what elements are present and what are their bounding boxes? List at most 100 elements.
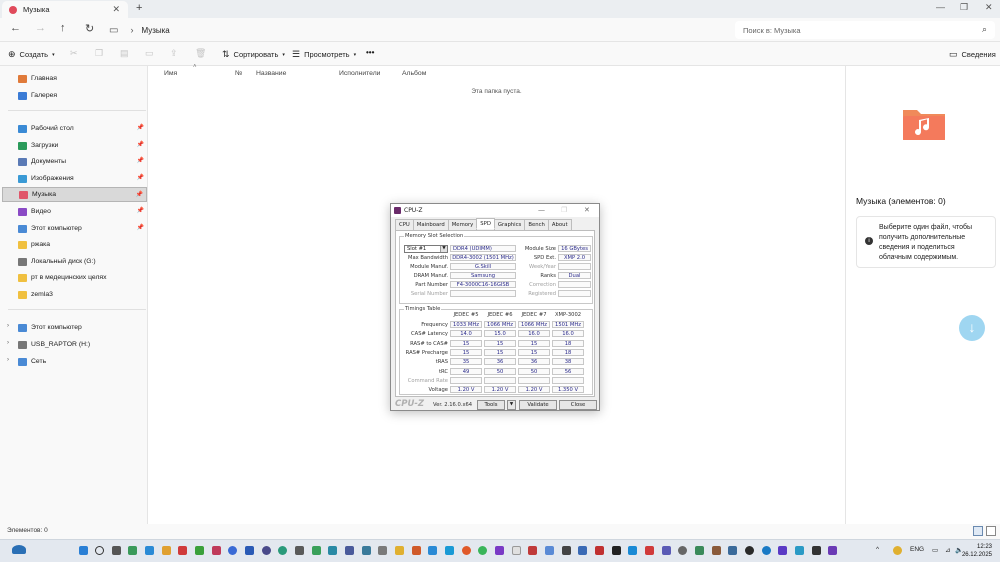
chevron-down-icon[interactable]: ▼ bbox=[440, 246, 447, 252]
app-icon[interactable] bbox=[745, 546, 754, 555]
file-explorer-icon[interactable] bbox=[395, 546, 404, 555]
sidebar-item-documents[interactable]: Документы 📌 bbox=[2, 154, 147, 169]
close-tab-icon[interactable]: ✕ bbox=[112, 4, 120, 15]
app-icon[interactable] bbox=[562, 546, 571, 555]
search-input[interactable]: Поиск в: Музыка ⌕ bbox=[735, 21, 995, 39]
maximize-button[interactable]: ❐ bbox=[960, 2, 968, 13]
chevron-right-icon[interactable]: › bbox=[7, 340, 9, 346]
pin-icon[interactable]: 📌 bbox=[137, 174, 144, 181]
column-artists[interactable]: Исполнители bbox=[339, 70, 380, 77]
pin-icon[interactable]: 📌 bbox=[137, 157, 144, 164]
app-icon[interactable] bbox=[445, 546, 454, 555]
app-icon[interactable] bbox=[328, 546, 337, 555]
column-title[interactable]: Название bbox=[256, 70, 286, 77]
app-icon[interactable] bbox=[428, 546, 437, 555]
app-icon[interactable] bbox=[412, 546, 421, 555]
download-arrow-icon[interactable]: ↓ bbox=[959, 315, 985, 341]
sidebar-item-this-pc[interactable]: Этот компьютер 📌 bbox=[2, 221, 147, 236]
column-name[interactable]: Имя bbox=[164, 70, 177, 77]
tab-cpu[interactable]: CPU bbox=[395, 219, 414, 230]
copy-icon[interactable]: ❐ bbox=[95, 48, 103, 59]
language-indicator[interactable]: ENG bbox=[910, 546, 924, 553]
app-icon[interactable] bbox=[345, 546, 354, 555]
app-icon[interactable] bbox=[145, 546, 154, 555]
minimize-button[interactable]: — bbox=[538, 206, 545, 214]
forward-arrow-icon[interactable]: → bbox=[35, 22, 46, 34]
clock[interactable]: 12:23 26.12.2025 bbox=[962, 543, 992, 559]
app-icon[interactable] bbox=[612, 546, 621, 555]
app-icon[interactable] bbox=[128, 546, 137, 555]
new-tab-button[interactable]: + bbox=[136, 2, 142, 14]
back-arrow-icon[interactable]: ← bbox=[10, 22, 21, 34]
tools-dropdown-icon[interactable]: ▼ bbox=[507, 400, 516, 410]
app-icon[interactable] bbox=[728, 546, 737, 555]
settings-icon[interactable] bbox=[678, 546, 687, 555]
create-button[interactable]: ⊕ Создать ▾ bbox=[8, 49, 55, 60]
sidebar-item-music[interactable]: Музыка 📌 bbox=[2, 187, 147, 202]
slot-select[interactable]: Slot #1 ▼ bbox=[404, 245, 448, 253]
sidebar-item-drive-g[interactable]: Локальный диск (G:) bbox=[2, 254, 147, 269]
app-icon[interactable] bbox=[545, 546, 554, 555]
app-icon[interactable] bbox=[362, 546, 371, 555]
app-icon[interactable] bbox=[812, 546, 821, 555]
close-window-button[interactable]: ✕ bbox=[985, 2, 993, 13]
minimize-button[interactable]: — bbox=[936, 2, 945, 12]
maximize-button[interactable]: ❐ bbox=[561, 206, 567, 214]
sidebar-item-downloads[interactable]: Загрузки 📌 bbox=[2, 138, 147, 153]
tab-bench[interactable]: Bench bbox=[524, 219, 549, 230]
close-window-button[interactable]: ✕ bbox=[584, 206, 590, 214]
app-icon[interactable] bbox=[212, 546, 221, 555]
app-icon[interactable] bbox=[162, 546, 171, 555]
breadcrumb-music[interactable]: Музыка bbox=[141, 26, 169, 35]
delete-icon[interactable]: 🗑 bbox=[195, 48, 206, 59]
tray-app-icon[interactable] bbox=[893, 546, 902, 555]
tab-about[interactable]: About bbox=[547, 219, 572, 230]
validate-button[interactable]: Validate bbox=[519, 400, 557, 410]
sidebar-item-pictures[interactable]: Изображения 📌 bbox=[2, 171, 147, 186]
breadcrumb[interactable]: ▭ › Музыка bbox=[105, 21, 733, 39]
app-icon[interactable] bbox=[228, 546, 237, 555]
start-icon[interactable] bbox=[79, 546, 88, 555]
sort-button[interactable]: ⇅ Сортировать ▾ bbox=[222, 49, 285, 60]
tray-overflow-icon[interactable]: ^ bbox=[876, 546, 879, 553]
app-icon[interactable] bbox=[512, 546, 521, 555]
sidebar-item-gallery[interactable]: Галерея bbox=[2, 88, 147, 103]
pin-icon[interactable]: 📌 bbox=[137, 124, 144, 131]
paste-icon[interactable]: ▤ bbox=[120, 48, 129, 59]
tiles-view-icon[interactable] bbox=[986, 526, 996, 536]
app-icon[interactable] bbox=[578, 546, 587, 555]
sidebar-item-videos[interactable]: Видео 📌 bbox=[2, 204, 147, 219]
app-icon[interactable] bbox=[312, 546, 321, 555]
app-icon[interactable] bbox=[378, 546, 387, 555]
app-icon[interactable] bbox=[662, 546, 671, 555]
task-view-icon[interactable] bbox=[112, 546, 121, 555]
app-icon[interactable] bbox=[828, 546, 837, 555]
app-icon[interactable] bbox=[595, 546, 604, 555]
pin-icon[interactable]: 📌 bbox=[137, 141, 144, 148]
app-icon[interactable] bbox=[278, 546, 287, 555]
app-icon[interactable] bbox=[262, 546, 271, 555]
app-icon[interactable] bbox=[695, 546, 704, 555]
sidebar-item-folder[interactable]: zemla3 bbox=[2, 287, 147, 302]
tab-music[interactable]: Музыка ✕ bbox=[2, 1, 128, 18]
app-icon[interactable] bbox=[195, 546, 204, 555]
app-icon[interactable] bbox=[178, 546, 187, 555]
chevron-right-icon[interactable]: › bbox=[7, 357, 9, 363]
column-album[interactable]: Альбом bbox=[402, 70, 426, 77]
details-button[interactable]: ▭ Сведения bbox=[949, 49, 996, 60]
details-view-icon[interactable] bbox=[973, 526, 983, 536]
app-icon[interactable] bbox=[762, 546, 771, 555]
close-button[interactable]: Close bbox=[559, 400, 597, 410]
tools-button[interactable]: Tools bbox=[477, 400, 505, 410]
pin-icon[interactable]: 📌 bbox=[137, 224, 144, 231]
chevron-right-icon[interactable]: › bbox=[7, 323, 9, 329]
search-icon[interactable] bbox=[95, 546, 104, 555]
app-icon[interactable] bbox=[295, 546, 304, 555]
app-icon[interactable] bbox=[462, 546, 471, 555]
app-icon[interactable] bbox=[778, 546, 787, 555]
app-icon[interactable] bbox=[528, 546, 537, 555]
tab-spd[interactable]: SPD bbox=[476, 218, 495, 229]
tab-graphics[interactable]: Graphics bbox=[493, 219, 526, 230]
search-icon[interactable]: ⌕ bbox=[982, 24, 987, 35]
refresh-icon[interactable]: ↻ bbox=[85, 22, 94, 35]
